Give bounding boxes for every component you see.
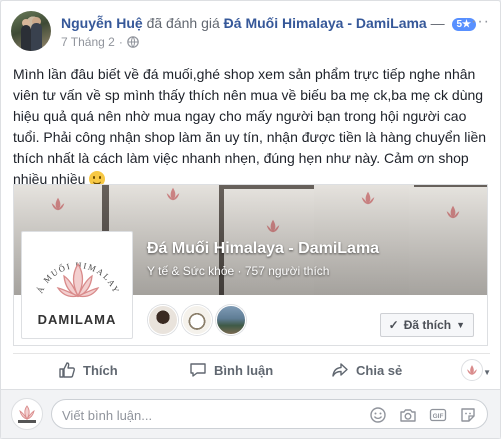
- lotus-logo-icon: ĐÁ MUỐI HIMALAYA: [28, 238, 120, 298]
- page-title-link[interactable]: Đá Muối Himalaya - DamiLama: [147, 240, 379, 258]
- comment-placeholder: Viết bình luận...: [62, 408, 153, 423]
- share-arrow-icon: [332, 363, 348, 377]
- comment-button[interactable]: Bình luận: [189, 361, 273, 379]
- share-label: Chia sẻ: [356, 362, 403, 378]
- more-options-button[interactable]: ···: [471, 13, 490, 31]
- comment-bubble-icon: [190, 363, 206, 377]
- comment-label: Bình luận: [214, 362, 274, 378]
- headline-dash: —: [430, 15, 445, 31]
- post-actions-bar: Thích Bình luận Chia sẻ ▼: [13, 353, 491, 385]
- share-button[interactable]: Chia sẻ: [331, 361, 402, 379]
- review-verb: đã đánh giá: [146, 15, 220, 31]
- page-name-link[interactable]: Đá Muối Himalaya - DamiLama: [224, 15, 427, 31]
- like-button[interactable]: Thích: [58, 361, 118, 379]
- caret-down-icon: ▼: [456, 320, 465, 330]
- friend-avatar-3[interactable]: [216, 305, 246, 335]
- comment-composer: Viết bình luận... GIF: [1, 389, 500, 438]
- globe-icon[interactable]: [127, 36, 139, 48]
- caret-down-icon: ▼: [483, 368, 491, 377]
- page-preview-card[interactable]: Đá Muối Himalaya - DamiLama Y tế & Sức k…: [13, 184, 488, 346]
- friend-avatar-2[interactable]: [182, 305, 212, 335]
- camera-icon[interactable]: [399, 406, 417, 424]
- page-category-likes: Y tế & Sức khỏe · 757 người thích: [147, 264, 330, 278]
- author-avatar[interactable]: [11, 11, 51, 51]
- friend-avatar-1[interactable]: [148, 305, 178, 335]
- emoji-icon[interactable]: [369, 406, 387, 424]
- page-logo[interactable]: ĐÁ MUỐI HIMALAYA DAMILAMA: [21, 231, 133, 339]
- gif-icon[interactable]: GIF: [429, 406, 447, 424]
- post-headline: Nguyễn Huệ đã đánh giá Đá Muối Himalaya …: [61, 15, 477, 31]
- liked-label: Đã thích: [403, 318, 452, 332]
- sticker-icon[interactable]: [459, 406, 477, 424]
- check-icon: ✓: [388, 318, 399, 332]
- page-liked-button[interactable]: ✓ Đã thích ▼: [379, 313, 474, 337]
- author-name-link[interactable]: Nguyễn Huệ: [61, 15, 143, 31]
- post-as-page-selector[interactable]: ▼: [461, 359, 491, 381]
- thumbs-up-icon: [59, 362, 75, 378]
- post-meta: 7 Tháng 2 ·: [61, 35, 139, 49]
- comment-tools: GIF: [369, 406, 477, 424]
- logo-wordmark: DAMILAMA: [37, 312, 117, 327]
- svg-text:GIF: GIF: [433, 413, 444, 420]
- commenter-avatar[interactable]: [11, 398, 43, 430]
- post-header: Nguyễn Huệ đã đánh giá Đá Muối Himalaya …: [11, 11, 496, 53]
- post-date-link[interactable]: 7 Tháng 2: [61, 35, 115, 49]
- post-body: Mình lần đâu biết về đá muối,ghé shop xe…: [13, 64, 491, 190]
- like-label: Thích: [83, 362, 118, 378]
- post-body-text: Mình lần đâu biết về đá muối,ghé shop xe…: [13, 66, 487, 187]
- lotus-logo-icon: [18, 405, 36, 423]
- review-post-card: Nguyễn Huệ đã đánh giá Đá Muối Himalaya …: [0, 0, 501, 439]
- meta-separator: ·: [118, 35, 123, 49]
- comment-input[interactable]: Viết bình luận... GIF: [51, 399, 488, 429]
- page-lotus-icon: [467, 365, 477, 375]
